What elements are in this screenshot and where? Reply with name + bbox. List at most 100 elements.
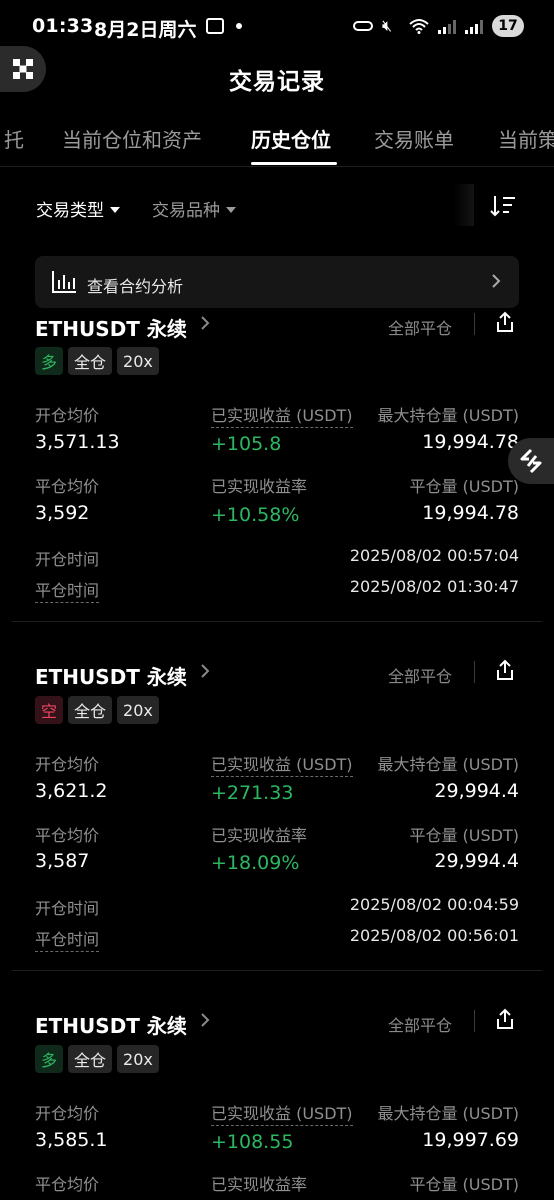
- divider: [12, 970, 542, 971]
- status-bar: 01:33 8月2日周六 🔇︎ 17: [0, 0, 554, 52]
- close-avg-label: 平仓均价: [35, 1175, 100, 1194]
- max-position-label: 最大持仓量 (USDT): [377, 1104, 519, 1123]
- chevron-right-icon[interactable]: [199, 315, 211, 331]
- close-type: 全部平仓: [388, 319, 453, 338]
- max-position-value: 19,997.69: [422, 1129, 519, 1151]
- close-time-label[interactable]: 平仓时间: [35, 577, 100, 603]
- side-badge: 空: [35, 696, 64, 724]
- chevron-right-icon[interactable]: [199, 663, 211, 679]
- position-symbol[interactable]: ETHUSDT 永续: [35, 313, 187, 342]
- instrument-filter[interactable]: 交易品种: [152, 196, 236, 221]
- instrument-label: 交易品种: [152, 201, 220, 221]
- status-date: 8月2日周六: [94, 19, 197, 41]
- position-badges: 多 全仓 20x: [35, 1045, 159, 1073]
- max-position-value: 19,994.78: [422, 431, 519, 453]
- open-time-value: 2025/08/02 00:57:04: [349, 546, 519, 565]
- close-avg-label: 平仓均价: [35, 826, 100, 845]
- bar-chart-icon: [52, 271, 76, 293]
- status-icons: 🔇︎ 17: [353, 14, 524, 38]
- swap-arrows-icon: [520, 448, 542, 474]
- divider: [474, 661, 475, 683]
- open-avg-label: 开仓均价: [35, 406, 100, 425]
- max-position-value: 29,994.4: [434, 780, 519, 802]
- position-badges: 空 全仓 20x: [35, 696, 159, 724]
- realized-rate-label: 已实现收益率: [211, 826, 308, 845]
- realized-pnl-label[interactable]: 已实现收益 (USDT): [211, 751, 353, 777]
- screen-record-icon: [206, 18, 224, 34]
- mute-icon: 🔇︎: [382, 16, 393, 35]
- signal-icon: [465, 18, 483, 34]
- chevron-right-icon: [492, 274, 501, 288]
- share-icon[interactable]: [493, 658, 517, 682]
- chevron-right-icon[interactable]: [199, 1012, 211, 1028]
- position-symbol[interactable]: ETHUSDT 永续: [35, 661, 187, 690]
- close-type: 全部平仓: [388, 667, 453, 686]
- closed-amount-label: 平仓量 (USDT): [409, 826, 519, 845]
- position-symbol[interactable]: ETHUSDT 永续: [35, 1010, 187, 1039]
- filter-fade: [454, 184, 474, 226]
- open-time-label: 开仓时间: [35, 899, 100, 918]
- leverage-badge: 20x: [117, 347, 159, 375]
- max-position-label: 最大持仓量 (USDT): [377, 755, 519, 774]
- divider: [0, 166, 554, 167]
- margin-mode-badge: 全仓: [68, 696, 113, 724]
- tab-orders[interactable]: 托: [4, 124, 24, 153]
- divider: [474, 313, 475, 335]
- sort-icon[interactable]: [490, 194, 516, 218]
- open-avg-label: 开仓均价: [35, 1104, 100, 1123]
- close-time-label[interactable]: 平仓时间: [35, 926, 100, 952]
- realized-rate-value: +18.09%: [211, 852, 300, 874]
- tab-current-strategy[interactable]: 当前策: [498, 124, 554, 153]
- open-avg-value: 3,571.13: [35, 431, 120, 453]
- divider: [474, 1010, 475, 1032]
- close-avg-value: 3,587: [35, 850, 90, 872]
- close-type: 全部平仓: [388, 1016, 453, 1035]
- tab-bar: 托 当前仓位和资产 历史仓位 交易账单 当前策: [0, 120, 554, 166]
- share-icon[interactable]: [493, 310, 517, 334]
- closed-amount-label: 平仓量 (USDT): [409, 477, 519, 496]
- notification-dot-icon: [236, 23, 242, 29]
- realized-pnl-label[interactable]: 已实现收益 (USDT): [211, 402, 353, 428]
- close-avg-label: 平仓均价: [35, 477, 100, 496]
- open-avg-value: 3,621.2: [35, 780, 108, 802]
- trade-type-label: 交易类型: [36, 201, 104, 221]
- divider: [12, 621, 542, 622]
- realized-rate-value: +10.58%: [211, 504, 300, 526]
- contract-analysis-bar[interactable]: 查看合约分析: [35, 256, 519, 308]
- margin-mode-badge: 全仓: [68, 347, 113, 375]
- wifi-icon: [409, 19, 429, 34]
- closed-amount-label: 平仓量 (USDT): [409, 1175, 519, 1194]
- realized-rate-label: 已实现收益率: [211, 477, 308, 496]
- leverage-badge: 20x: [117, 1045, 159, 1073]
- trade-type-filter[interactable]: 交易类型: [36, 196, 120, 221]
- contract-analysis-label: 查看合约分析: [87, 277, 184, 296]
- side-badge: 多: [35, 1045, 64, 1073]
- close-time-value: 2025/08/02 00:56:01: [349, 926, 519, 945]
- open-time-value: 2025/08/02 00:04:59: [349, 895, 519, 914]
- close-avg-value: 3,592: [35, 502, 90, 524]
- closed-amount-value: 19,994.78: [422, 502, 519, 524]
- tab-history-positions[interactable]: 历史仓位: [251, 124, 331, 153]
- realized-pnl-label[interactable]: 已实现收益 (USDT): [211, 1100, 353, 1126]
- tab-current-positions[interactable]: 当前仓位和资产: [62, 124, 202, 153]
- floating-side-button[interactable]: [508, 438, 554, 484]
- status-time: 01:33: [32, 15, 94, 37]
- caret-down-icon: [226, 206, 236, 213]
- signal-icon: [438, 18, 456, 34]
- margin-mode-badge: 全仓: [68, 1045, 113, 1073]
- realized-pnl-value: +105.8: [211, 433, 282, 455]
- closed-amount-value: 29,994.4: [434, 850, 519, 872]
- close-time-value: 2025/08/02 01:30:47: [349, 577, 519, 596]
- open-avg-label: 开仓均价: [35, 755, 100, 774]
- realized-pnl-value: +271.33: [211, 782, 294, 804]
- leverage-badge: 20x: [117, 696, 159, 724]
- caret-down-icon: [110, 206, 120, 213]
- side-badge: 多: [35, 347, 64, 375]
- share-icon[interactable]: [493, 1007, 517, 1031]
- position-badges: 多 全仓 20x: [35, 347, 159, 375]
- tab-trade-bills[interactable]: 交易账单: [374, 124, 454, 153]
- key-icon: [353, 21, 373, 31]
- realized-rate-label: 已实现收益率: [211, 1175, 308, 1194]
- open-avg-value: 3,585.1: [35, 1129, 108, 1151]
- page-title: 交易记录: [229, 69, 325, 95]
